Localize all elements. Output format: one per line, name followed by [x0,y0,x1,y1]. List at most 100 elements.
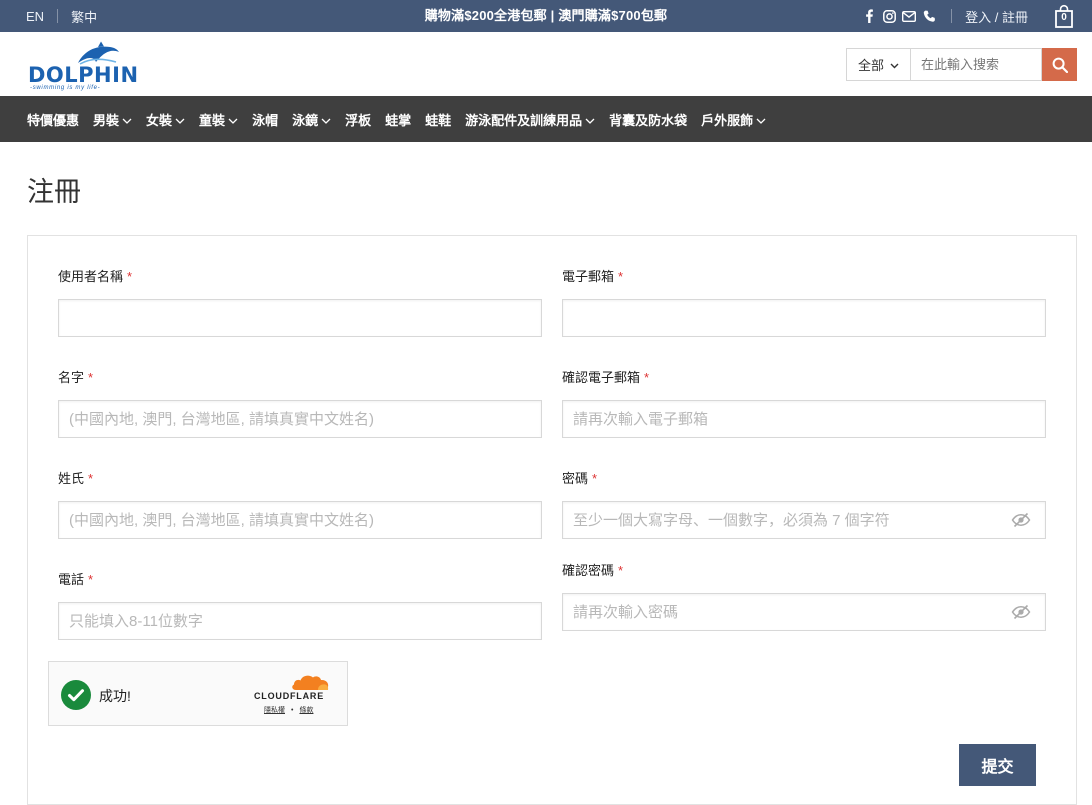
main-nav: 特價優惠 男裝 女裝 童裝 泳帽 泳鏡 浮板 蛙掌 蛙鞋 游泳配件及訓練用品 背… [0,96,1092,142]
nav-item-label: 特價優惠 [27,112,80,128]
required-marker: * [88,572,94,587]
page-title: 注冊 [27,177,81,207]
nav-item-outdoor[interactable]: 戶外服飾 [701,110,766,129]
site-header: DOLPHIN -swimming is my life- 全部 [0,32,1092,96]
eye-slash-icon[interactable] [1011,604,1031,625]
input-box [562,501,1046,539]
instagram-icon[interactable] [880,7,898,25]
nav-item-bags[interactable]: 背囊及防水袋 [609,110,687,129]
confirm-password-field: 確認密碼 * [562,562,1046,631]
field-label-text: 使用者名稱 [58,269,124,284]
chevron-down-icon [890,57,899,72]
input-box [562,299,1046,337]
chevron-down-icon [228,112,238,127]
field-label: 密碼 * [562,470,1046,488]
required-marker: * [618,563,624,578]
last-name-field: 姓氏 * [58,470,542,539]
cloudflare-cloud-icon [292,675,329,690]
search-bar: 全部 [846,48,1077,81]
top-bar-actions: 登入 / 註冊 0 [858,0,1092,32]
chevron-down-icon [122,112,132,127]
confirm-password-input[interactable] [563,594,1045,630]
privacy-link[interactable]: 隱私權 [264,707,285,714]
nav-item-label: 泳鏡 [292,112,319,128]
field-label-text: 電子郵箱 [562,269,615,284]
input-box [58,299,542,337]
username-field: 使用者名稱 * [58,268,542,337]
required-marker: * [88,471,94,486]
chevron-down-icon [175,112,185,127]
terms-link[interactable]: 條款 [299,707,313,714]
nav-item-goggles[interactable]: 泳鏡 [292,110,331,129]
mail-icon[interactable] [900,7,918,25]
dolphin-logo[interactable]: DOLPHIN -swimming is my life- [28,41,158,91]
nav-item-label: 童裝 [199,112,226,128]
field-label-text: 電話 [58,572,85,587]
cart-count: 0 [1061,12,1067,23]
separator-dot: • [291,707,294,714]
search-category-select[interactable]: 全部 [846,48,910,81]
submit-button[interactable]: 提交 [959,744,1036,786]
input-box [58,501,542,539]
search-input[interactable] [910,48,1042,81]
nav-item-label: 游泳配件及訓練用品 [465,112,583,128]
field-label: 使用者名稱 * [58,268,542,286]
chevron-down-icon [321,112,331,127]
divider [57,9,59,23]
nav-item-accessories[interactable]: 游泳配件及訓練用品 [465,110,595,129]
first-name-input[interactable] [59,401,541,437]
nav-item-sale[interactable]: 特價優惠 [27,110,79,129]
logo-tagline: -swimming is my life- [30,85,101,91]
field-label: 確認密碼 * [562,562,1046,580]
nav-item-women[interactable]: 女裝 [146,110,185,129]
lang-en-link[interactable]: EN [26,9,44,24]
chevron-down-icon [585,112,595,127]
captcha-widget[interactable]: 成功! CLOUDFLARE 隱私權 • 條款 [48,661,348,726]
input-box [562,593,1046,631]
field-label-text: 密碼 [562,471,589,486]
phone-input[interactable] [59,603,541,639]
nav-item-fins[interactable]: 蛙鞋 [425,110,451,129]
nav-item-label: 背囊及防水袋 [609,112,688,128]
nav-item-label: 蛙掌 [385,112,412,128]
cart-icon[interactable]: 0 [1054,4,1074,28]
nav-item-kickboards[interactable]: 浮板 [345,110,371,129]
field-label: 電子郵箱 * [562,268,1046,286]
confirm-email-input[interactable] [563,401,1045,437]
email-field: 電子郵箱 * [562,268,1046,337]
field-label-text: 確認電子郵箱 [562,370,641,385]
field-label-text: 姓氏 [58,471,85,486]
top-bar: EN 繁中 購物滿$200全港包郵 | 澳門購滿$700包郵 登入 / 註冊 0 [0,0,1092,32]
required-marker: * [88,370,94,385]
input-box [58,400,542,438]
nav-item-swim-caps[interactable]: 泳帽 [252,110,278,129]
username-input[interactable] [59,300,541,336]
required-marker: * [127,269,133,284]
nav-item-label: 蛙鞋 [425,112,452,128]
field-label-text: 確認密碼 [562,563,615,578]
nav-item-label: 戶外服飾 [701,112,754,128]
field-label: 確認電子郵箱 * [562,369,1046,387]
last-name-input[interactable] [59,502,541,538]
nav-item-label: 浮板 [345,112,372,128]
phone-icon[interactable] [920,7,938,25]
password-input[interactable] [563,502,1045,538]
nav-item-kids[interactable]: 童裝 [199,110,238,129]
logo-wordmark: DOLPHIN [28,63,139,87]
check-circle-icon [61,680,91,715]
dolphin-icon [78,41,119,65]
nav-item-paddles[interactable]: 蛙掌 [385,110,411,129]
phone-field: 電話 * [58,571,542,640]
search-category-label: 全部 [857,58,884,73]
captcha-status: 成功! [99,688,131,704]
nav-item-men[interactable]: 男裝 [93,110,132,129]
search-button[interactable] [1042,48,1077,81]
facebook-icon[interactable] [860,7,878,25]
field-label: 姓氏 * [58,470,542,488]
chevron-down-icon [756,112,766,127]
lang-zh-link[interactable]: 繁中 [71,7,97,26]
required-marker: * [644,370,650,385]
login-register-link[interactable]: 登入 / 註冊 [965,7,1028,26]
eye-slash-icon[interactable] [1011,512,1031,533]
email-input[interactable] [563,300,1045,336]
